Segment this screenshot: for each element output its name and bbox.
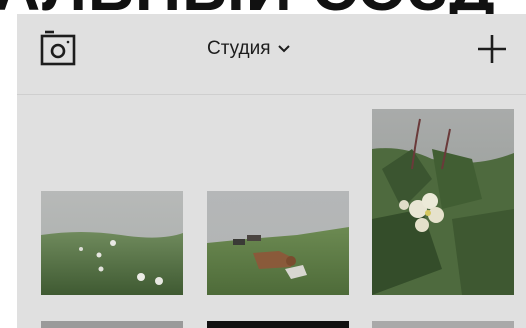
camera-button[interactable] (39, 30, 77, 68)
foggy-meadow-image (41, 191, 183, 295)
top-bar: Студия (17, 14, 526, 95)
flower-bush-image (372, 109, 514, 295)
cows-hillside-image (207, 191, 349, 295)
photo-grid (17, 95, 526, 328)
studio-dropdown[interactable]: Студия (207, 34, 291, 64)
photo-thumbnail[interactable] (41, 191, 183, 295)
photo-thumbnail[interactable] (41, 321, 183, 328)
plus-icon (478, 35, 506, 63)
photo-thumbnail[interactable] (207, 191, 349, 295)
camera-icon (40, 30, 76, 66)
photo-thumbnail[interactable] (372, 109, 514, 295)
add-button[interactable] (475, 32, 509, 66)
photo-thumbnail[interactable] (372, 321, 514, 328)
app-screen: Студия (17, 14, 526, 328)
studio-title: Студия (207, 38, 271, 59)
chevron-down-icon (277, 45, 290, 53)
photo-thumbnail[interactable] (207, 321, 349, 328)
